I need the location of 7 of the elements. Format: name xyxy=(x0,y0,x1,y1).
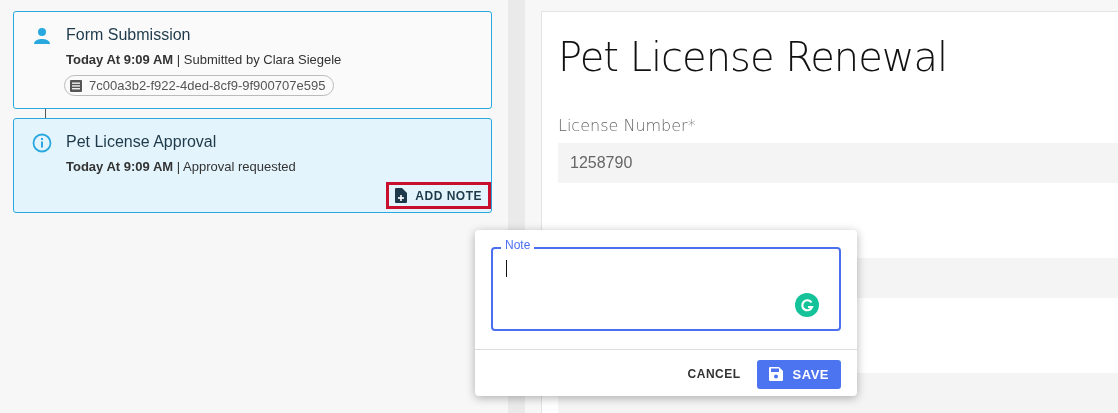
event-title: Form Submission xyxy=(66,26,192,44)
event-meta: Today At 9:09 AM | Submitted by Clara Siegele xyxy=(66,52,343,67)
note-label: Note xyxy=(501,238,535,252)
event-title: Pet License Approval xyxy=(66,133,218,151)
event-meta: Today At 9:09 AM | Approval requested xyxy=(66,159,297,174)
field-label: License Number* xyxy=(558,116,697,135)
form-title: Pet License Renewal xyxy=(558,34,949,80)
